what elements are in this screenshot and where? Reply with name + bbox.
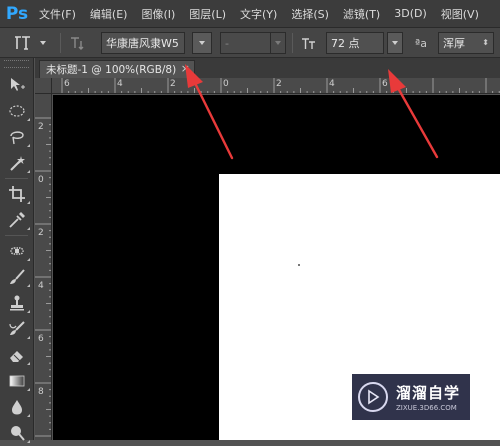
ruler-label: 2 bbox=[276, 79, 282, 89]
toggle-orientation-button[interactable] bbox=[66, 32, 88, 54]
elliptical-marquee-icon bbox=[9, 105, 25, 117]
brush-tool[interactable] bbox=[2, 264, 32, 290]
healing-brush-tool[interactable] bbox=[2, 238, 32, 264]
eyedropper-icon bbox=[9, 212, 25, 228]
menu-layer[interactable]: 图层(L) bbox=[182, 6, 233, 22]
document-tab-title: 未标题-1 @ 100%(RGB/8) bbox=[46, 64, 177, 76]
eyedropper-tool[interactable] bbox=[2, 207, 32, 233]
menu-filter[interactable]: 滤镜(T) bbox=[336, 6, 387, 22]
history-brush-tool[interactable] bbox=[2, 316, 32, 342]
photoshop-logo: Ps bbox=[5, 3, 29, 24]
menu-image[interactable]: 图像(I) bbox=[134, 6, 182, 22]
antialias-value: 浑厚 bbox=[443, 37, 465, 50]
menu-3d[interactable]: 3D(D) bbox=[387, 7, 434, 20]
ruler-label: 4 bbox=[38, 281, 44, 291]
menu-file[interactable]: 文件(F) bbox=[32, 6, 83, 22]
chevron-down-icon bbox=[40, 41, 46, 45]
ruler-label: 2 bbox=[38, 122, 44, 132]
menu-edit[interactable]: 编辑(E) bbox=[83, 6, 135, 22]
stepper-icon: ⬍ bbox=[482, 38, 489, 47]
vertical-ruler[interactable]: 2 0 2 4 6 8 bbox=[35, 94, 52, 440]
separator bbox=[5, 235, 28, 236]
document-tab[interactable]: 未标题-1 @ 100%(RGB/8) × bbox=[39, 60, 195, 78]
marquee-tool[interactable] bbox=[2, 98, 32, 124]
font-style-dropdown[interactable] bbox=[270, 32, 286, 54]
text-cursor bbox=[298, 264, 300, 266]
chevron-down-icon bbox=[275, 41, 281, 45]
stamp-icon bbox=[10, 295, 24, 311]
separator bbox=[60, 33, 61, 53]
play-logo-icon bbox=[358, 382, 388, 412]
crop-icon bbox=[9, 186, 25, 202]
gradient-tool[interactable] bbox=[2, 368, 32, 394]
menu-select[interactable]: 选择(S) bbox=[284, 6, 336, 22]
chevron-down-icon bbox=[199, 41, 205, 45]
ruler-label: 2 bbox=[38, 228, 44, 238]
font-size-label bbox=[298, 32, 320, 54]
ruler-label: 0 bbox=[223, 79, 229, 89]
horizontal-ruler[interactable]: 6 4 2 0 2 4 6 bbox=[52, 78, 500, 94]
blur-tool[interactable] bbox=[2, 394, 32, 420]
toggle-text-orientation-icon bbox=[71, 37, 84, 50]
antialias-select[interactable]: 浑厚 ⬍ bbox=[438, 32, 494, 54]
history-brush-icon bbox=[9, 321, 25, 335]
font-size-value: 72 点 bbox=[331, 37, 360, 50]
dodge-icon bbox=[11, 426, 25, 441]
ruler-origin[interactable] bbox=[35, 78, 52, 94]
watermark: 溜溜自学 ZIXUE.3D66.COM bbox=[352, 374, 470, 420]
ruler-label: 0 bbox=[38, 175, 44, 185]
lasso-tool[interactable] bbox=[2, 124, 32, 150]
watermark-url: ZIXUE.3D66.COM bbox=[396, 404, 457, 412]
ruler-label: 8 bbox=[38, 387, 44, 397]
clone-stamp-tool[interactable] bbox=[2, 290, 32, 316]
gradient-icon bbox=[9, 375, 25, 387]
menu-type[interactable]: 文字(Y) bbox=[233, 6, 284, 22]
magic-wand-icon bbox=[10, 156, 25, 171]
ruler-label: 4 bbox=[329, 79, 335, 89]
close-icon[interactable]: × bbox=[181, 62, 190, 75]
menu-view[interactable]: 视图(V) bbox=[434, 6, 486, 22]
ruler-label: 6 bbox=[382, 79, 388, 89]
eraser-tool[interactable] bbox=[2, 342, 32, 368]
tool-preset-picker[interactable] bbox=[14, 32, 54, 54]
ruler-label: 4 bbox=[117, 79, 123, 89]
quick-selection-tool[interactable] bbox=[2, 150, 32, 176]
document-tab-bar: 未标题-1 @ 100%(RGB/8) × bbox=[35, 58, 500, 78]
font-family-dropdown[interactable] bbox=[192, 32, 212, 54]
type-tool-icon bbox=[15, 36, 30, 50]
dodge-tool[interactable] bbox=[2, 420, 32, 446]
font-size-field[interactable]: 72 点 bbox=[326, 32, 384, 54]
drop-icon bbox=[12, 400, 22, 415]
move-icon bbox=[11, 78, 25, 91]
ruler-label: 6 bbox=[64, 79, 70, 89]
menu-bar: Ps 文件(F) 编辑(E) 图像(I) 图层(L) 文字(Y) 选择(S) 滤… bbox=[0, 0, 500, 28]
crop-tool[interactable] bbox=[2, 181, 32, 207]
bandage-icon bbox=[10, 247, 24, 255]
font-size-icon bbox=[302, 38, 315, 49]
chevron-down-icon bbox=[392, 41, 398, 45]
lasso-icon bbox=[10, 131, 24, 145]
separator bbox=[292, 33, 293, 53]
eraser-icon bbox=[10, 351, 23, 362]
options-bar: 华康唐风隶W5 - 72 点 ªa 浑厚 ⬍ bbox=[0, 28, 500, 84]
move-tool[interactable] bbox=[2, 72, 32, 98]
ruler-label: 2 bbox=[170, 79, 176, 89]
font-family-value: 华康唐风隶W5 bbox=[106, 37, 179, 50]
panel-grip[interactable] bbox=[4, 60, 29, 68]
font-size-dropdown[interactable] bbox=[387, 32, 403, 54]
brush-icon bbox=[10, 269, 25, 284]
antialias-icon: ªa bbox=[415, 36, 427, 50]
ruler-label: 6 bbox=[38, 334, 44, 344]
font-style-value: - bbox=[225, 36, 229, 50]
separator bbox=[5, 178, 28, 179]
font-family-field[interactable]: 华康唐风隶W5 bbox=[101, 32, 185, 54]
watermark-title: 溜溜自学 bbox=[396, 384, 461, 402]
tools-panel bbox=[0, 58, 34, 443]
